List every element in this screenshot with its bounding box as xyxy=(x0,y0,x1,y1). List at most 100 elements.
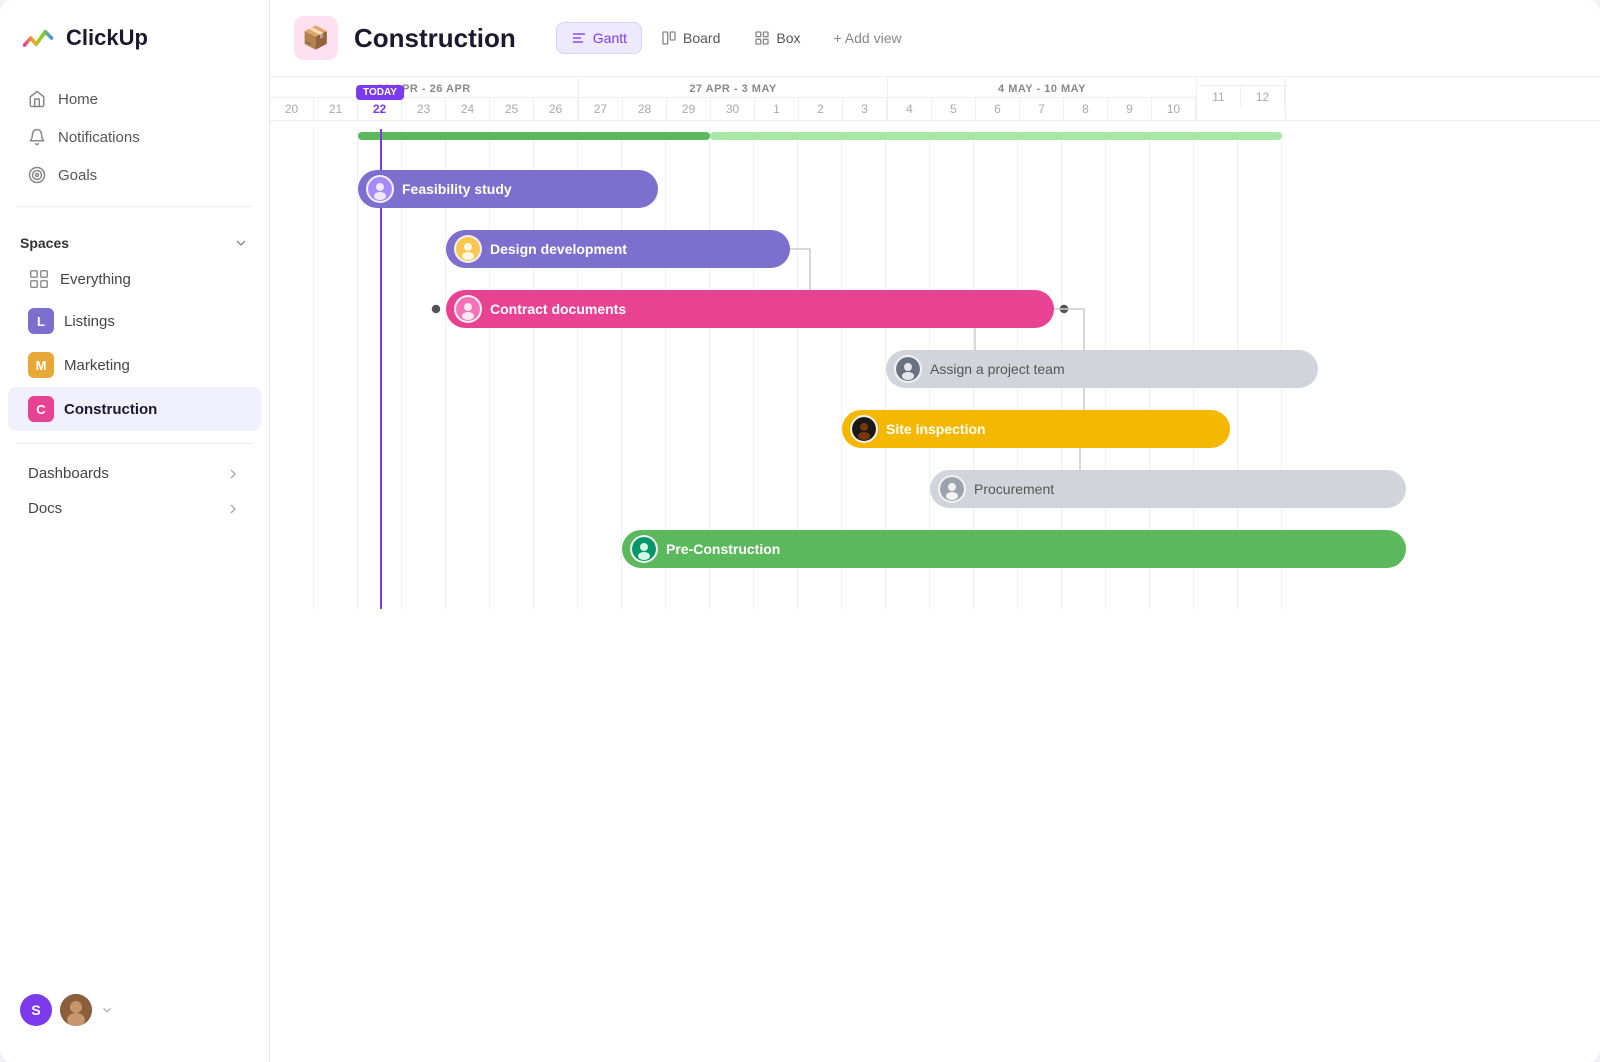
gantt-day-label: 6 xyxy=(976,98,1020,120)
board-icon xyxy=(661,30,677,46)
week-group: 1112 xyxy=(1197,77,1286,120)
task-bar-contract-documents[interactable]: Contract documents xyxy=(446,290,1054,328)
task-label: Assign a project team xyxy=(930,361,1065,377)
chevron-right-icon-2 xyxy=(225,501,241,517)
gantt-day-label: 1 xyxy=(755,98,799,120)
gantt-day-label: 4 xyxy=(888,98,932,120)
marketing-label: Marketing xyxy=(64,357,130,374)
avatar-face-icon xyxy=(60,994,92,1026)
week-label: 27 APR - 3 MAY xyxy=(579,77,887,98)
tab-gantt[interactable]: Gantt xyxy=(556,22,642,54)
board-tab-label: Board xyxy=(683,30,720,46)
task-label: Contract documents xyxy=(490,301,626,317)
gantt-day-label: 12 xyxy=(1241,86,1285,108)
box-icon xyxy=(754,30,770,46)
week-label: 4 MAY - 10 MAY xyxy=(888,77,1196,98)
docs-label: Docs xyxy=(28,500,62,517)
gantt-day-label: 10 xyxy=(1152,98,1196,120)
gantt-tab-label: Gantt xyxy=(593,30,627,46)
gantt-day-label: 2 xyxy=(799,98,843,120)
task-bar-pre-construction[interactable]: Pre-Construction xyxy=(622,530,1406,568)
user-avatar-2[interactable] xyxy=(60,994,92,1026)
sidebar-space-construction[interactable]: C Construction xyxy=(8,387,261,431)
sidebar-item-everything[interactable]: Everything xyxy=(8,259,261,299)
gantt-icon xyxy=(571,30,587,46)
listings-badge: L xyxy=(28,308,54,334)
gantt-day-label: 11 xyxy=(1197,86,1241,108)
box-tab-label: Box xyxy=(776,30,800,46)
logo-text: ClickUp xyxy=(66,25,148,51)
user-avatar-s[interactable]: S xyxy=(20,994,52,1026)
gantt-day-label: 20 xyxy=(270,98,314,120)
goals-label: Goals xyxy=(58,167,97,184)
gantt-day-label: 24 xyxy=(446,98,490,120)
task-label: Feasibility study xyxy=(402,181,512,197)
avatar-dropdown-icon[interactable] xyxy=(100,1003,114,1017)
gantt-day-label: 7 xyxy=(1020,98,1064,120)
gantt-day-label: 28 xyxy=(623,98,667,120)
spaces-section-title: Spaces xyxy=(0,219,269,259)
task-label: Design development xyxy=(490,241,627,257)
sidebar-item-goals[interactable]: Goals xyxy=(8,156,261,194)
logo: ClickUp xyxy=(0,20,269,80)
gantt-day-label: 9 xyxy=(1108,98,1152,120)
sidebar-docs[interactable]: Docs xyxy=(8,491,261,526)
week-group: 27 APR - 3 MAY27282930123 xyxy=(579,77,888,120)
task-avatar xyxy=(938,475,966,503)
gantt-day-label: 21 xyxy=(314,98,358,120)
gantt-day-label: 26 xyxy=(534,98,578,120)
sidebar-dashboards[interactable]: Dashboards xyxy=(8,456,261,491)
task-bar-assign-a-project-team[interactable]: Assign a project team xyxy=(886,350,1318,388)
dashboards-label: Dashboards xyxy=(28,465,109,482)
task-avatar xyxy=(894,355,922,383)
week-group: 4 MAY - 10 MAY45678910 xyxy=(888,77,1197,120)
gantt-day-label: 30 xyxy=(711,98,755,120)
progress-bar-row xyxy=(270,129,1282,143)
task-row: Feasibility study xyxy=(270,159,1282,219)
progress-bar-light-green xyxy=(710,132,1282,140)
gantt-body: Feasibility study Design development Contr… xyxy=(270,129,1282,609)
divider-2 xyxy=(16,443,253,444)
task-bar-design-development[interactable]: Design development xyxy=(446,230,790,268)
header: 📦 Construction Gantt Board Box + Add vie… xyxy=(270,0,1600,77)
week-label xyxy=(1197,77,1285,86)
sidebar: ClickUp Home Notifications Goals Spaces … xyxy=(0,0,270,1062)
gantt-day-label: 5 xyxy=(932,98,976,120)
sidebar-item-notifications[interactable]: Notifications xyxy=(8,118,261,156)
task-label: Pre-Construction xyxy=(666,541,780,557)
task-avatar xyxy=(366,175,394,203)
construction-badge: C xyxy=(28,396,54,422)
task-label: Procurement xyxy=(974,481,1054,497)
everything-label: Everything xyxy=(60,271,131,288)
marketing-badge: M xyxy=(28,352,54,378)
divider-1 xyxy=(16,206,253,207)
gantt-day-label: 8 xyxy=(1064,98,1108,120)
task-bar-procurement[interactable]: Procurement xyxy=(930,470,1406,508)
construction-label: Construction xyxy=(64,401,157,418)
goals-icon xyxy=(28,166,46,184)
task-row: Site inspection xyxy=(270,399,1282,459)
task-row: Contract documents xyxy=(270,279,1282,339)
week-label: 20 APR - 26 APR xyxy=(270,77,578,98)
project-title: Construction xyxy=(354,23,516,54)
chevron-down-icon[interactable] xyxy=(233,235,249,251)
task-avatar xyxy=(454,295,482,323)
bell-icon xyxy=(28,128,46,146)
add-view-button[interactable]: + Add view xyxy=(820,23,916,53)
task-bar-site-inspection[interactable]: Site inspection xyxy=(842,410,1230,448)
sidebar-space-listings[interactable]: L Listings xyxy=(8,299,261,343)
listings-label: Listings xyxy=(64,313,115,330)
gantt-day-label: 29 xyxy=(667,98,711,120)
gantt-chart-area[interactable]: 20 APR - 26 APR2021222324252627 APR - 3 … xyxy=(270,77,1600,1062)
progress-bar-green xyxy=(358,132,710,140)
tab-box[interactable]: Box xyxy=(739,22,815,54)
sidebar-item-home[interactable]: Home xyxy=(8,80,261,118)
gantt-day-label: 3 xyxy=(843,98,887,120)
gantt-day-label: 22 xyxy=(358,98,402,120)
tab-board[interactable]: Board xyxy=(646,22,735,54)
task-bar-feasibility-study[interactable]: Feasibility study xyxy=(358,170,658,208)
task-label: Site inspection xyxy=(886,421,986,437)
project-icon: 📦 xyxy=(294,16,338,60)
task-row: Assign a project team xyxy=(270,339,1282,399)
sidebar-space-marketing[interactable]: M Marketing xyxy=(8,343,261,387)
